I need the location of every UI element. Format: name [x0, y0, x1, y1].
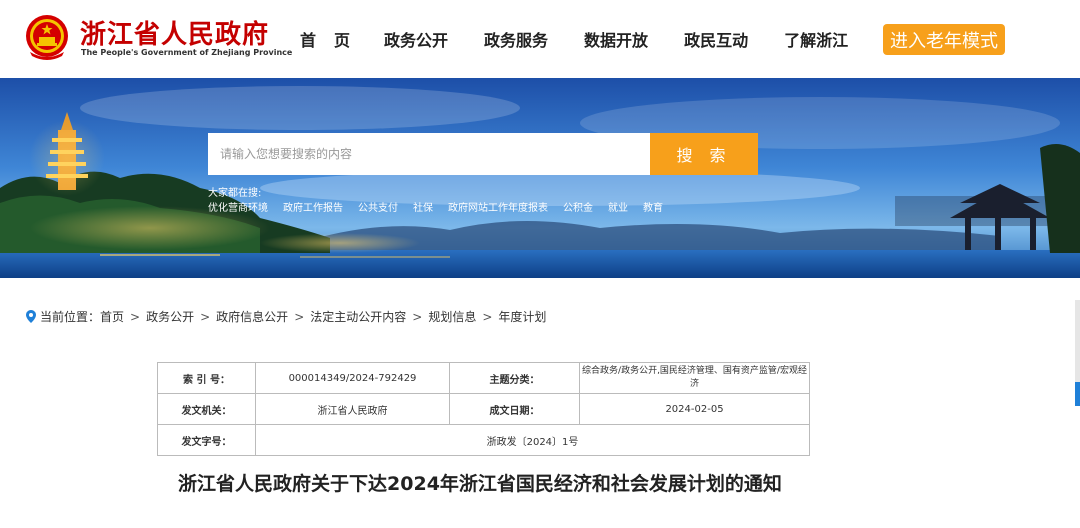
hot-search-link[interactable]: 政府网站工作年度报表 — [448, 199, 548, 214]
west-lake-night-scene — [0, 78, 1080, 278]
document-info-table: 索 引 号： 000014349/2024-792429 主题分类： 综合政务/… — [157, 362, 810, 456]
docno-label: 发文字号： — [157, 424, 256, 456]
nav-open-data[interactable]: 数据开放 — [584, 27, 648, 51]
index-label: 索 引 号： — [157, 362, 256, 394]
scrollbar-thumb[interactable] — [1075, 382, 1080, 406]
hot-search-list: 优化营商环境 政府工作报告 公共支付 社保 政府网站工作年度报表 公积金 就业 … — [208, 199, 678, 214]
breadcrumb-separator: > — [200, 309, 211, 324]
breadcrumb-statutory-disclosure[interactable]: 法定主动公开内容 — [310, 308, 406, 325]
issuer-value: 浙江省人民政府 — [255, 393, 450, 425]
hot-search-link[interactable]: 社保 — [413, 199, 433, 214]
national-emblem-icon[interactable] — [24, 12, 70, 62]
breadcrumb-government-info-open[interactable]: 政府信息公开 — [216, 308, 288, 325]
breadcrumb-home[interactable]: 首页 — [100, 308, 124, 325]
issuer-label: 发文机关： — [157, 393, 256, 425]
document-title: 浙江省人民政府关于下达2024年浙江省国民经济和社会发展计划的通知 — [178, 473, 782, 495]
hot-search-link[interactable]: 公共支付 — [358, 199, 398, 214]
hot-search-label: 大家都在搜: — [208, 188, 262, 199]
date-value: 2024-02-05 — [579, 393, 810, 425]
nav-interaction[interactable]: 政民互动 — [684, 27, 748, 51]
nav-government-services[interactable]: 政务服务 — [484, 27, 548, 51]
site-header: 浙江省人民政府 The People's Government of Zheji… — [0, 0, 1080, 78]
breadcrumb: 当前位置： 首页 > 政务公开 > 政府信息公开 > 法定主动公开内容 > 规划… — [26, 308, 546, 325]
hot-search-link[interactable]: 政府工作报告 — [283, 199, 343, 214]
table-row: 发文机关： 浙江省人民政府 成文日期： 2024-02-05 — [157, 393, 810, 425]
site-subtitle: The People's Government of Zhejiang Prov… — [81, 48, 293, 57]
main-nav: 首页 政务公开 政务服务 数据开放 政民互动 了解浙江 — [300, 0, 884, 78]
hot-search-link[interactable]: 公积金 — [563, 199, 593, 214]
search-banner: 搜 索 大家都在搜: 优化营商环境 政府工作报告 公共支付 社保 政府网站工作年… — [0, 78, 1080, 278]
elder-mode-button[interactable]: 进入老年模式 — [883, 24, 1005, 55]
breadcrumb-separator: > — [412, 309, 423, 324]
index-value: 000014349/2024-792429 — [255, 362, 450, 394]
hot-search-link[interactable]: 优化营商环境 — [208, 199, 268, 214]
search-button[interactable]: 搜 索 — [650, 133, 758, 175]
breadcrumb-annual-plan[interactable]: 年度计划 — [498, 308, 546, 325]
side-scrollbar[interactable] — [1075, 300, 1080, 406]
table-row: 索 引 号： 000014349/2024-792429 主题分类： 综合政务/… — [157, 362, 810, 394]
hot-search-link[interactable]: 就业 — [608, 199, 628, 214]
breadcrumb-separator: > — [482, 309, 493, 324]
nav-home[interactable]: 首页 — [300, 27, 368, 51]
nav-about-zhejiang[interactable]: 了解浙江 — [784, 27, 848, 51]
breadcrumb-planning-info[interactable]: 规划信息 — [428, 308, 476, 325]
location-pin-icon — [26, 310, 36, 323]
breadcrumb-government-affairs-open[interactable]: 政务公开 — [146, 308, 194, 325]
table-row: 发文字号： 浙政发〔2024〕1号 — [157, 424, 810, 456]
breadcrumb-separator: > — [130, 309, 141, 324]
date-label: 成文日期： — [449, 393, 580, 425]
site-title[interactable]: 浙江省人民政府 — [80, 14, 269, 51]
topic-label: 主题分类： — [449, 362, 580, 394]
topic-value: 综合政务/政务公开,国民经济管理、国有资产监管/宏观经济 — [579, 362, 810, 394]
docno-value: 浙政发〔2024〕1号 — [255, 424, 810, 456]
breadcrumb-prefix: 当前位置： — [40, 310, 101, 324]
breadcrumb-separator: > — [294, 309, 305, 324]
hot-search-link[interactable]: 教育 — [643, 199, 663, 214]
search-input[interactable] — [208, 133, 650, 175]
nav-government-affairs-open[interactable]: 政务公开 — [384, 27, 448, 51]
